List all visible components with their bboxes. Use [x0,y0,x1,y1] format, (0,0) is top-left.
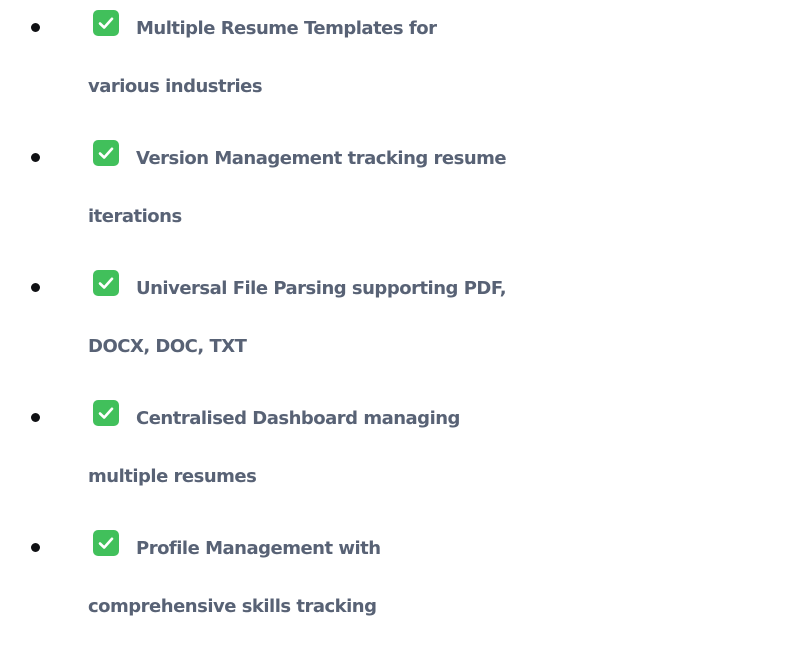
feature-first-line: Multiple Resume Templates for [88,0,806,58]
feature-second-line: comprehensive skills tracking [88,596,377,617]
feature-title-text: Version Management tracking resume [136,148,507,169]
bullet-dot [31,543,40,552]
feature-title-text: Profile Management with [136,538,381,559]
feature-title-text: Centralised Dashboard managing [136,408,460,429]
feature-first-line: Centralised Dashboard managing [88,390,806,448]
check-mark-icon [93,140,119,166]
feature-item: Multiple Resume Templates for various in… [0,0,806,130]
feature-list: Multiple Resume Templates for various in… [0,0,806,650]
check-mark-icon [93,270,119,296]
feature-item: Profile Management with comprehensive sk… [0,520,806,650]
bullet-dot [31,283,40,292]
feature-first-line: Universal File Parsing supporting PDF, [88,260,806,318]
feature-second-line: various industries [88,76,263,97]
feature-second-line: DOCX, DOC, TXT [88,336,247,357]
feature-item: Centralised Dashboard managing multiple … [0,390,806,520]
check-mark-icon [93,400,119,426]
bullet-dot [31,153,40,162]
feature-first-line: Profile Management with [88,520,806,578]
feature-title-text: Universal File Parsing supporting PDF, [136,278,507,299]
bullet-dot [31,23,40,32]
check-mark-icon [93,10,119,36]
feature-title-text: Multiple Resume Templates for [136,18,437,39]
bullet-dot [31,413,40,422]
check-mark-icon [93,530,119,556]
feature-second-line: multiple resumes [88,466,257,487]
feature-second-line: iterations [88,206,182,227]
feature-item: Version Management tracking resume itera… [0,130,806,260]
feature-first-line: Version Management tracking resume [88,130,806,188]
feature-item: Universal File Parsing supporting PDF, D… [0,260,806,390]
